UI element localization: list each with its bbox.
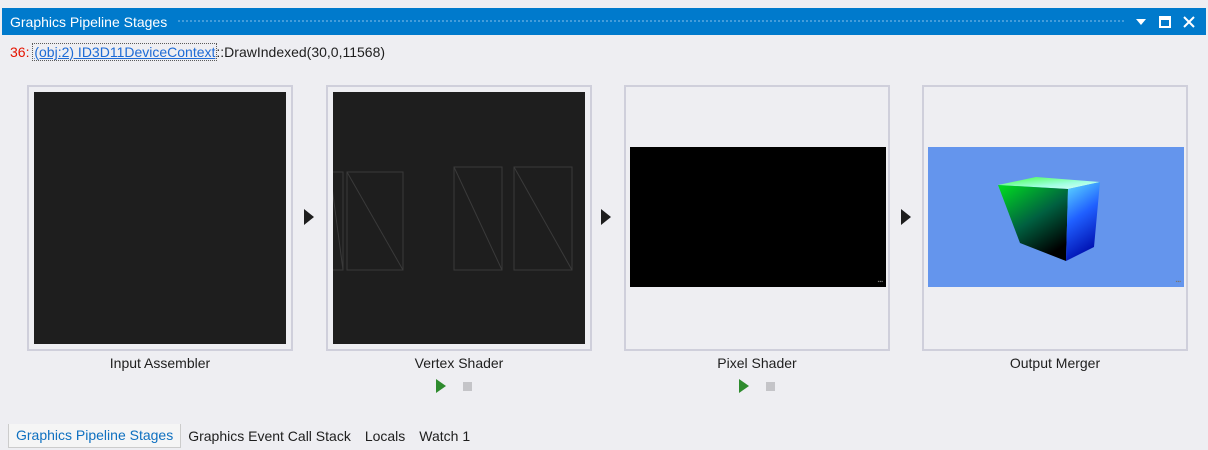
input-assembler-preview — [34, 92, 286, 344]
stage-output-merger[interactable]: ▪▪▪ — [922, 85, 1188, 351]
event-number: 36: — [10, 44, 30, 60]
draw-call-method: ::DrawIndexed(30,0,11568) — [216, 44, 386, 60]
watermark: ▪▪▪ — [1175, 279, 1181, 285]
arrow-right-icon — [304, 209, 314, 225]
stage-vertex-shader[interactable] — [326, 85, 592, 351]
title-bar[interactable]: Graphics Pipeline Stages — [2, 8, 1206, 35]
vertex-shader-preview — [329, 92, 585, 344]
watermark: ▪▪▪ — [877, 279, 883, 285]
output-merger-preview: ▪▪▪ — [928, 147, 1184, 287]
tab-locals[interactable]: Locals — [358, 424, 412, 448]
tab-watch-1[interactable]: Watch 1 — [412, 424, 477, 448]
title-grip[interactable] — [177, 19, 1124, 24]
dropdown-icon[interactable] — [1134, 15, 1148, 29]
stage-label-output-merger: Output Merger — [1009, 355, 1101, 371]
stop-icon[interactable] — [463, 381, 472, 391]
wireframe-overlay — [329, 166, 573, 271]
bottom-tab-bar: Graphics Pipeline Stages Graphics Event … — [0, 424, 1208, 450]
tab-graphics-event-call-stack[interactable]: Graphics Event Call Stack — [181, 424, 358, 448]
stage-label-input-assembler: Input Assembler — [109, 355, 211, 371]
close-icon[interactable] — [1182, 15, 1196, 29]
play-icon[interactable] — [739, 379, 749, 393]
vertex-shader-debug-controls — [436, 379, 472, 393]
play-icon[interactable] — [436, 379, 446, 393]
pixel-shader-debug-controls — [739, 379, 775, 393]
arrow-right-icon — [901, 209, 911, 225]
pixel-shader-preview: ▪▪▪ — [630, 147, 886, 287]
tab-graphics-pipeline-stages[interactable]: Graphics Pipeline Stages — [8, 424, 182, 448]
stage-input-assembler[interactable] — [27, 85, 293, 351]
graphics-pipeline-window: Graphics Pipeline Stages 36: (obj:2) ID3… — [0, 0, 1208, 450]
stop-icon[interactable] — [766, 381, 775, 391]
stage-label-pixel-shader: Pixel Shader — [717, 355, 797, 371]
maximize-icon[interactable] — [1158, 15, 1172, 29]
arrow-right-icon — [601, 209, 611, 225]
device-context-link[interactable]: (obj:2) ID3D11DeviceContext — [32, 43, 218, 61]
stage-pixel-shader[interactable]: ▪▪▪ — [624, 85, 890, 351]
rendered-cube-image — [998, 177, 1100, 261]
draw-call-line: 36: (obj:2) ID3D11DeviceContext::DrawInd… — [10, 43, 386, 61]
stage-label-vertex-shader: Vertex Shader — [414, 355, 504, 371]
window-title: Graphics Pipeline Stages — [10, 13, 168, 30]
